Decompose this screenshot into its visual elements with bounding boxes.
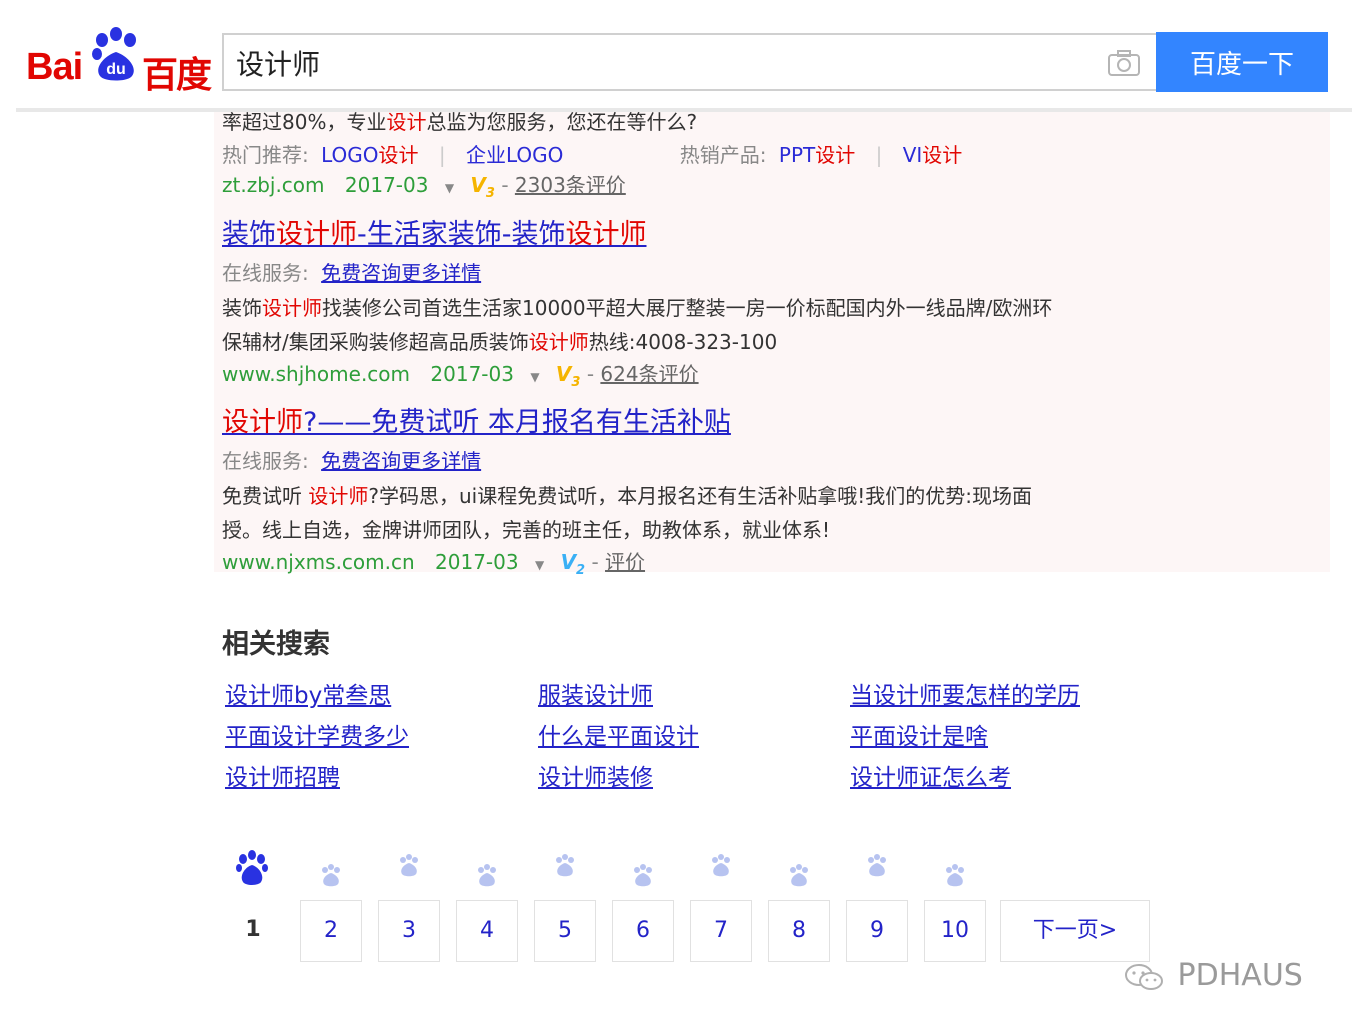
related-item[interactable]: 当设计师要怎样的学历: [850, 676, 1080, 710]
header: Bai du 百度 百度一下: [0, 0, 1358, 112]
dropdown-arrow-icon[interactable]: ▼: [530, 370, 539, 384]
logo-text-latin: Bai: [26, 46, 83, 88]
paw-icon: [556, 854, 574, 877]
search-box: [222, 33, 1157, 91]
result-1-date: 2017-03: [430, 362, 514, 386]
pager-page[interactable]: 9: [846, 900, 908, 962]
result-1-service-link[interactable]: 免费咨询更多详情: [321, 261, 481, 285]
result-1-url[interactable]: www.shjhome.com: [222, 362, 410, 386]
result-1-meta: www.shjhome.com 2017-03 ▼ V3 - 624条评价: [222, 362, 699, 390]
pager-page[interactable]: 4: [456, 900, 518, 962]
v-badge-icon[interactable]: V3: [470, 173, 495, 201]
pager-page[interactable]: 7: [690, 900, 752, 962]
paw-icon: [478, 864, 496, 887]
dropdown-arrow-icon[interactable]: ▼: [535, 558, 544, 572]
related-item[interactable]: 服装设计师: [538, 676, 653, 710]
result-2-service: 在线服务: 免费咨询更多详情: [222, 449, 482, 473]
wechat-icon: [1125, 963, 1163, 990]
paw-icon: [946, 864, 964, 887]
result-1-desc-line2: 保辅材/集团采购装修超高品质装饰设计师热线:4008-323-100: [222, 330, 778, 354]
result-2-service-link[interactable]: 免费咨询更多详情: [321, 449, 481, 473]
result-0-hot-links: 热门推荐: LOGO设计 | 企业LOGO 热销产品: PPT设计 | VI设计: [222, 143, 963, 167]
result-2-title[interactable]: 设计师?——免费试听 本月报名有生活补贴: [222, 400, 731, 439]
related-item[interactable]: 设计师装修: [538, 758, 653, 792]
pager-next-button[interactable]: 下一页>: [1000, 900, 1150, 962]
result-0-url[interactable]: zt.zbj.com: [222, 173, 325, 197]
pager-page[interactable]: 3: [378, 900, 440, 962]
result-0-date: 2017-03: [344, 173, 429, 197]
search-button[interactable]: 百度一下: [1156, 32, 1328, 92]
result-0-eval-link[interactable]: 2303条评价: [515, 173, 626, 197]
watermark: PDHAUS: [1122, 958, 1303, 993]
sell-link-ppt-design[interactable]: PPT设计: [779, 143, 855, 167]
watermark-text: PDHAUS: [1177, 958, 1303, 993]
pager-page[interactable]: 5: [534, 900, 596, 962]
paw-icon: [400, 854, 418, 877]
result-2-url[interactable]: www.njxms.com.cn: [222, 550, 415, 574]
paw-icon: [634, 864, 652, 887]
paw-icon: [712, 854, 730, 877]
result-2-desc-line1: 免费试听 设计师?学码思，ui课程免费试听，本月报名还有生活补贴拿哦!我们的优势…: [222, 484, 1032, 508]
result-2-desc-line2: 授。线上自选，金牌讲师团队，完善的班主任，助教体系，就业体系!: [222, 518, 831, 542]
pager-page[interactable]: 2: [300, 900, 362, 962]
related-item[interactable]: 设计师招聘: [225, 758, 340, 792]
v-badge-icon[interactable]: V2: [561, 550, 586, 578]
result-1-desc-line1: 装饰设计师找装修公司首选生活家10000平超大展厅整装一房一价标配国内外一线品牌…: [222, 296, 1053, 320]
hot-link-logo-design[interactable]: LOGO设计: [321, 143, 418, 167]
logo-text-cn: 百度: [142, 55, 212, 96]
baidu-logo[interactable]: Bai du 百度: [26, 26, 212, 96]
hot-link-enterprise-logo[interactable]: 企业LOGO: [466, 143, 563, 167]
pager-page[interactable]: 8: [768, 900, 830, 962]
result-0-meta: zt.zbj.com 2017-03 ▼ V3 - 2303条评价: [222, 173, 626, 201]
paw-icon: [868, 854, 886, 877]
related-item[interactable]: 设计师证怎么考: [850, 758, 1011, 792]
paw-icon: [790, 864, 808, 887]
result-0-description: 率超过80%，专业设计总监为您服务，您还在等什么?: [222, 110, 698, 134]
pager-page[interactable]: 6: [612, 900, 674, 962]
result-1-eval-link[interactable]: 624条评价: [600, 362, 698, 386]
dropdown-arrow-icon[interactable]: ▼: [445, 181, 454, 195]
result-2-eval-link[interactable]: 评价: [605, 550, 645, 574]
sell-link-vi-design[interactable]: VI设计: [903, 143, 963, 167]
paw-icon: [322, 864, 340, 887]
related-search-title: 相关搜索: [222, 629, 330, 660]
pager-page[interactable]: 10: [924, 900, 986, 962]
related-item[interactable]: 设计师by常叁思: [225, 676, 391, 710]
related-item[interactable]: 平面设计学费多少: [225, 717, 409, 751]
v-badge-icon[interactable]: V3: [556, 362, 581, 390]
result-1-title[interactable]: 装饰设计师-生活家装饰-装饰设计师: [222, 212, 647, 251]
pager-current-page: 1: [245, 917, 261, 942]
result-1-service: 在线服务: 免费咨询更多详情: [222, 261, 482, 285]
paw-logo-icon: du: [92, 27, 136, 81]
paw-icon: [236, 850, 268, 885]
camera-icon[interactable]: [1107, 49, 1141, 77]
result-2-meta: www.njxms.com.cn 2017-03 ▼ V2 - 评价: [222, 550, 646, 578]
related-item[interactable]: 平面设计是啥: [850, 717, 988, 751]
logo-text-paw: du: [106, 61, 126, 78]
related-item[interactable]: 什么是平面设计: [538, 717, 699, 751]
result-2-date: 2017-03: [435, 550, 519, 574]
search-input[interactable]: [236, 43, 1096, 83]
